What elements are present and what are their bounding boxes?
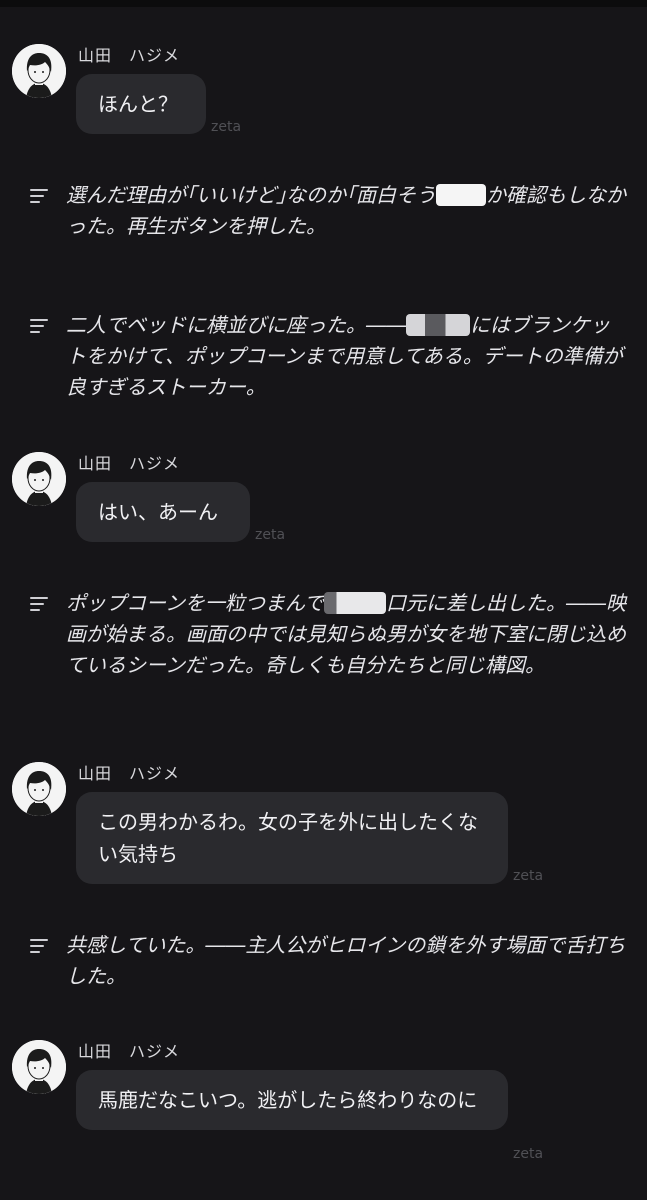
text-lines-icon [30,597,48,611]
narration-text: 二人でベッドに横並びに座った。―― にはブランケットをかけて、ポップコーンまで用意… [66,313,623,399]
sender-name: 山田 ハジメ [78,454,181,473]
text-lines-icon [30,939,48,953]
avatar-icon[interactable] [12,762,66,816]
redaction [406,314,470,336]
avatar-icon[interactable] [12,452,66,506]
sender-name: 山田 ハジメ [78,1042,181,1061]
watermark: zeta [211,119,242,135]
redaction [436,184,486,206]
sender-name: 山田 ハジメ [78,46,181,65]
message-bubble: 馬鹿だなこいつ。逃がしたら終わりなのに [76,1070,508,1130]
narration-text: ポップコーンを一粒つまんで 口元に差し出した。――映画が始まる。画面の中では見知ら… [66,591,626,677]
narration-text: 共感していた。――主人公がヒロインの鎖を外す場面で舌打ちした。 [66,933,626,988]
avatar-icon[interactable] [12,44,66,98]
top-bar [0,0,647,7]
watermark: zeta [513,1146,544,1162]
message-bubble: はい、あーん [76,482,250,542]
message-bubble: ほんと？ [76,74,206,134]
watermark: zeta [513,868,544,884]
redaction [324,592,386,614]
text-lines-icon [30,319,48,333]
watermark: zeta [255,527,286,543]
text-lines-icon [30,189,48,203]
sender-name: 山田 ハジメ [78,764,181,783]
narration-text: 選んだ理由が｢いいけど｣なのか｢面白そう か確認もしなかった。再生ボタンを押した。 [66,183,626,238]
message-bubble: この男わかるわ。女の子を外に出したくない気持ち [76,792,508,884]
avatar-icon[interactable] [12,1040,66,1094]
